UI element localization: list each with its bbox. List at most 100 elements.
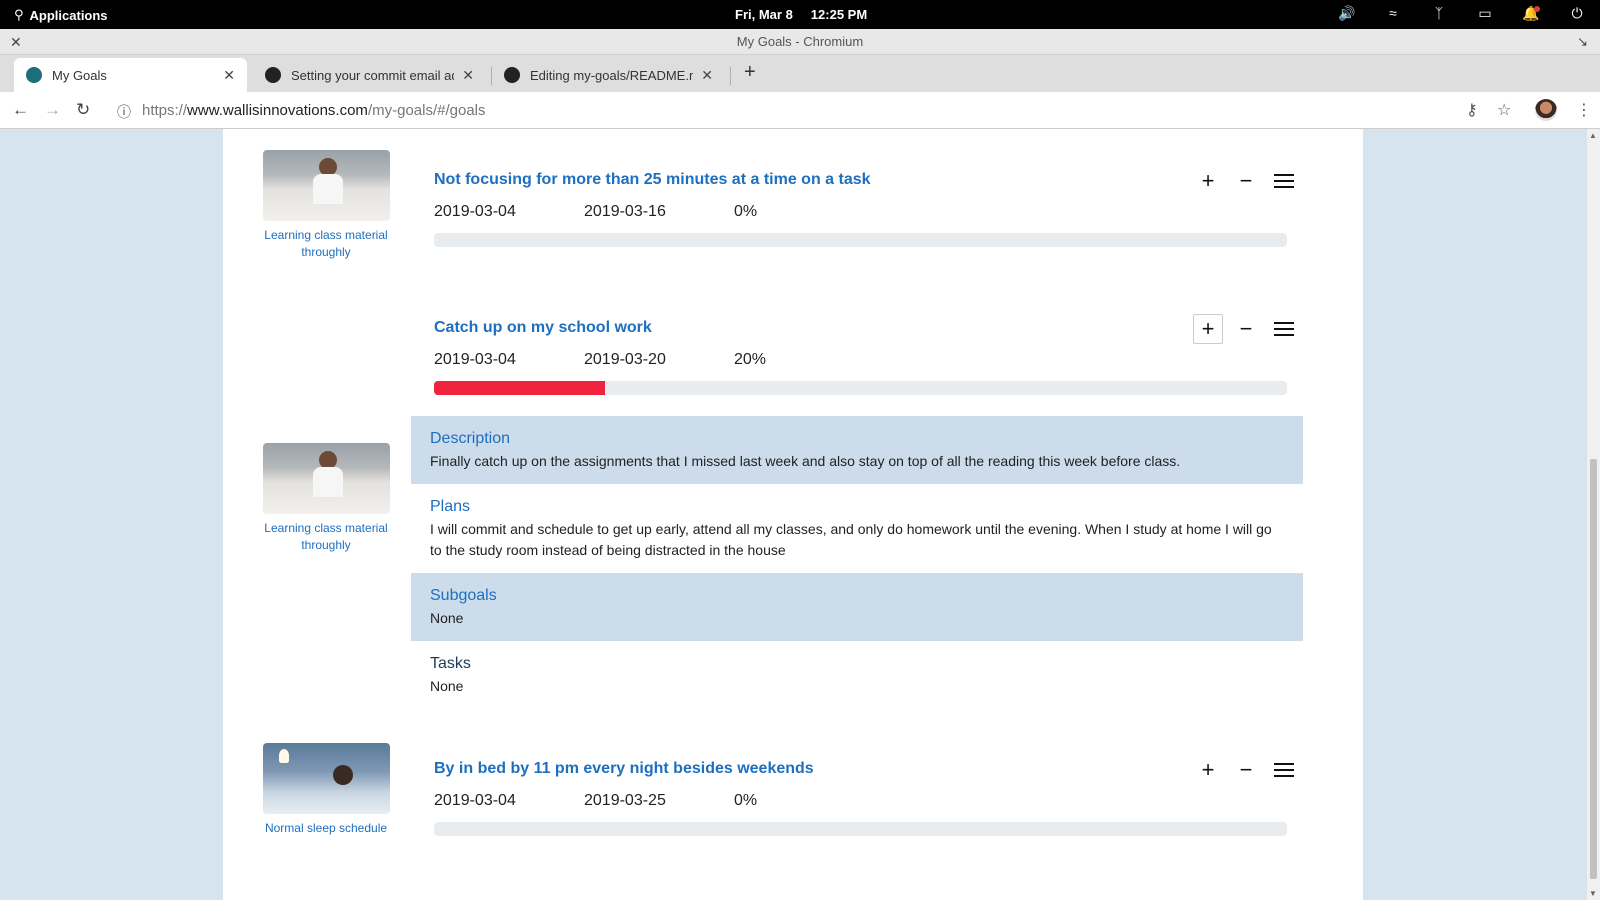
site-info-icon[interactable]: ⓘ [117, 102, 131, 122]
applications-label: Applications [29, 7, 108, 23]
battery-icon[interactable]: ▭ [1476, 5, 1494, 22]
goal-progress-bar [434, 381, 1287, 395]
subgoals-heading: Subgoals [430, 587, 497, 604]
url-host: www.wallisinnovations.com [187, 102, 368, 119]
tasks-heading: Tasks [430, 655, 471, 672]
tab-strip: My Goals ✕ Setting your commit email add… [0, 55, 1600, 92]
tab-my-goals[interactable]: My Goals ✕ [14, 58, 247, 92]
tab-separator [730, 67, 731, 85]
github-icon [265, 67, 281, 83]
plans-section: Plans I will commit and schedule to get … [411, 484, 1303, 573]
tab-title: Setting your commit email addr [291, 67, 455, 83]
clock[interactable]: Fri, Mar 8 12:25 PM [735, 7, 867, 22]
url-scheme: https:// [142, 102, 188, 119]
url-path: /my-goals/#/goals [367, 102, 486, 119]
description-text: Finally catch up on the assignments that… [430, 453, 1181, 469]
profile-avatar[interactable] [1535, 99, 1557, 121]
goal-image-caption: Learning class material throughly [264, 228, 388, 259]
applications-menu[interactable]: ⚲ Applications [14, 7, 108, 23]
system-top-bar: ⚲ Applications Fri, Mar 8 12:25 PM 🔊 ≈ ᛉ… [0, 0, 1600, 29]
scroll-down-icon[interactable]: ▼ [1589, 889, 1597, 898]
goal-start-date: 2019-03-04 [434, 792, 516, 809]
page-scrollbar[interactable]: ▲ ▼ [1587, 129, 1600, 900]
key-icon[interactable]: ⚷ [1466, 100, 1478, 120]
add-button[interactable]: + [1193, 314, 1223, 344]
back-icon[interactable]: ← [12, 100, 29, 120]
tab-title: My Goals [52, 67, 107, 83]
system-tray: 🔊 ≈ ᛉ ▭ 🔔 ⏻ [1338, 5, 1586, 22]
goals-page: Learning class material throughly Not fo… [223, 129, 1363, 900]
goal-start-date: 2019-03-04 [434, 203, 516, 220]
goal-start-date: 2019-03-04 [434, 351, 516, 368]
list-icon [1274, 321, 1294, 337]
scroll-up-icon[interactable]: ▲ [1589, 131, 1597, 140]
description-heading: Description [430, 430, 511, 447]
forward-icon[interactable]: → [44, 100, 61, 120]
goal-actions: + − [1193, 755, 1299, 785]
details-list-button[interactable] [1269, 314, 1299, 344]
tasks-text: None [430, 678, 464, 694]
goal-image [262, 443, 390, 514]
reload-icon[interactable]: ↻ [76, 100, 90, 120]
tab-commit-email[interactable]: Setting your commit email addr ✕ [253, 58, 486, 92]
goal-image-card[interactable]: Normal sleep schedule [256, 743, 396, 837]
remove-button[interactable]: − [1231, 166, 1261, 196]
goal-title-link[interactable]: Catch up on my school work [434, 319, 652, 337]
goal-image-card[interactable]: Learning class material throughly [256, 150, 396, 261]
new-tab-button[interactable]: + [744, 61, 756, 84]
window-title: My Goals - Chromium [736, 34, 864, 49]
goal-actions: + − [1193, 166, 1299, 196]
goal-image-card[interactable]: Learning class material throughly [256, 443, 396, 554]
goal-image-caption: Learning class material throughly [264, 521, 388, 552]
notification-icon[interactable]: 🔔 [1522, 5, 1540, 22]
details-list-button[interactable] [1269, 755, 1299, 785]
search-icon: ⚲ [14, 7, 24, 22]
restore-window-icon[interactable]: ↘ [1577, 29, 1588, 55]
close-tab-icon[interactable]: ✕ [701, 67, 713, 84]
description-section: Description Finally catch up on the assi… [411, 416, 1303, 484]
goal-end-date: 2019-03-25 [584, 792, 666, 809]
plans-text: I will commit and schedule to get up ear… [430, 521, 1272, 558]
goal-image [262, 743, 390, 814]
goal-percent: 0% [734, 792, 758, 809]
url-field[interactable]: https://www.wallisinnovations.com/my-goa… [142, 102, 486, 119]
react-icon [26, 67, 42, 83]
plans-heading: Plans [430, 498, 471, 515]
add-button[interactable]: + [1193, 755, 1223, 785]
tasks-section: Tasks None [411, 641, 1303, 709]
goal-progress-bar [434, 822, 1287, 836]
close-tab-icon[interactable]: ✕ [462, 67, 474, 84]
remove-button[interactable]: − [1231, 314, 1261, 344]
window-titlebar: ✕ My Goals - Chromium ↘ [0, 29, 1600, 55]
goal-actions: + − [1193, 314, 1299, 344]
goal-percent: 0% [734, 203, 758, 220]
list-icon [1274, 173, 1294, 189]
clock-date: Fri, Mar 8 [735, 7, 793, 22]
goal-end-date: 2019-03-16 [584, 203, 666, 220]
github-icon [504, 67, 520, 83]
menu-kebab-icon[interactable]: ⋮ [1576, 100, 1592, 120]
power-icon[interactable]: ⏻ [1568, 5, 1586, 22]
clock-time: 12:25 PM [810, 7, 868, 22]
add-button[interactable]: + [1193, 166, 1223, 196]
subgoals-text: None [430, 610, 464, 626]
goal-title-link[interactable]: By in bed by 11 pm every night besides w… [434, 760, 814, 778]
goal-progress-fill [434, 381, 605, 395]
goal-image [262, 150, 390, 221]
tab-editing-readme[interactable]: Editing my-goals/README.md a ✕ [492, 58, 725, 92]
volume-icon[interactable]: 🔊 [1338, 5, 1356, 22]
close-tab-icon[interactable]: ✕ [223, 67, 235, 84]
bookmark-star-icon[interactable]: ☆ [1497, 100, 1511, 120]
scrollbar-thumb[interactable] [1590, 459, 1597, 879]
bluetooth-icon[interactable]: ᛉ [1430, 5, 1448, 22]
navigation-bar: ← → ↻ ⓘ https://www.wallisinnovations.co… [0, 92, 1600, 129]
subgoals-section: Subgoals None [411, 573, 1303, 641]
wifi-icon[interactable]: ≈ [1384, 5, 1402, 22]
goal-progress-bar [434, 233, 1287, 247]
list-icon [1274, 762, 1294, 778]
tab-title: Editing my-goals/README.md a [530, 67, 693, 83]
goal-title-link[interactable]: Not focusing for more than 25 minutes at… [434, 171, 871, 189]
details-list-button[interactable] [1269, 166, 1299, 196]
remove-button[interactable]: − [1231, 755, 1261, 785]
close-window-icon[interactable]: ✕ [10, 29, 22, 55]
